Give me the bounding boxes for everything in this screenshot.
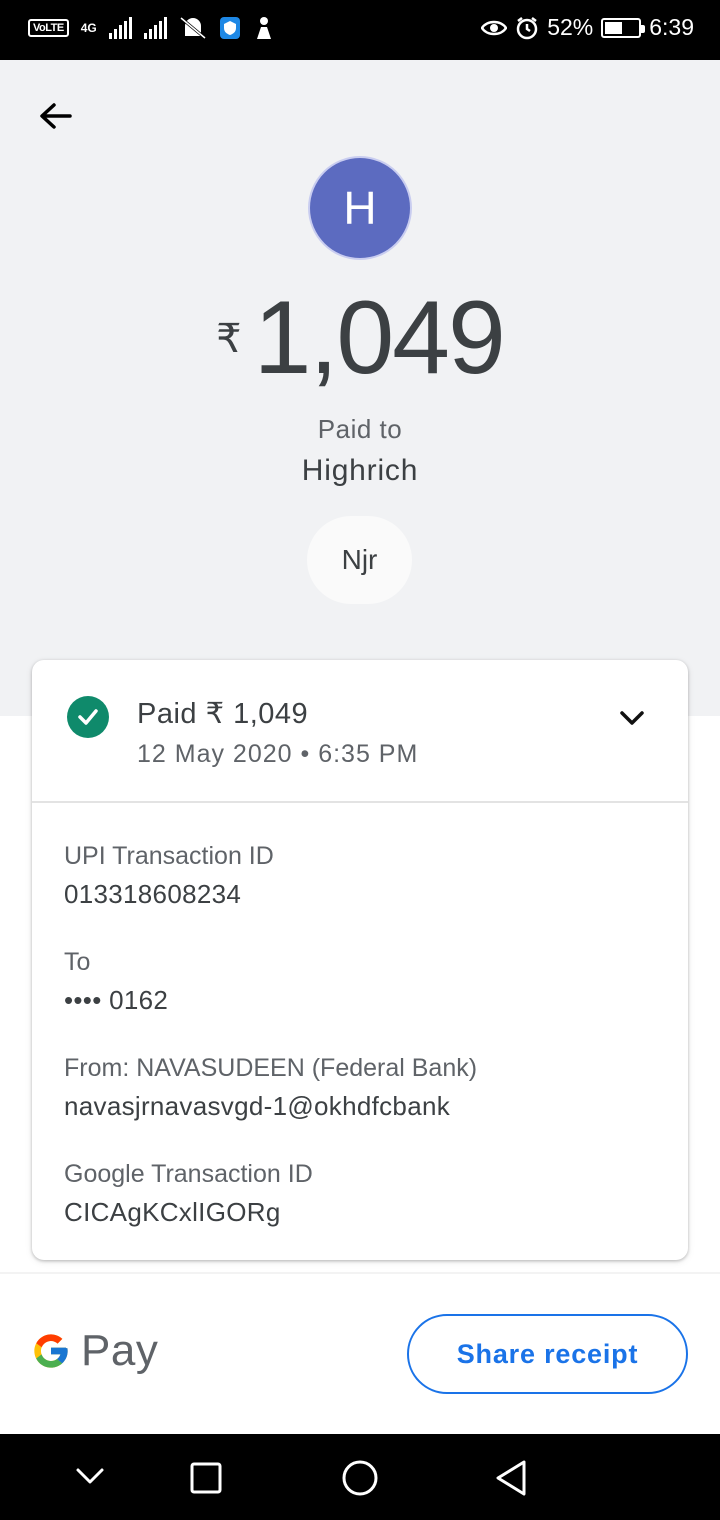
avatar: H: [310, 158, 410, 258]
nav-recents-icon[interactable]: [189, 1461, 223, 1495]
chevron-down-icon[interactable]: [616, 702, 648, 734]
share-receipt-button[interactable]: Share receipt: [407, 1314, 688, 1394]
notification-off-icon: [179, 16, 206, 40]
detail-value: •••• 0162: [64, 985, 169, 1015]
signal-icon-2: [143, 17, 167, 39]
transaction-details-card: Paid ₹ 1,049 12 May 2020 • 6:35 PM UPI T…: [32, 660, 688, 1260]
navigation-bar: [0, 1434, 720, 1520]
battery-percent: 52%: [547, 14, 594, 40]
payment-status: Paid ₹ 1,049: [137, 698, 309, 730]
payee-name: Highrich: [301, 454, 419, 487]
payment-amount: ₹ 1,049: [0, 282, 720, 394]
detail-value: CICAgKCxlIGORg: [64, 1197, 281, 1227]
footer-divider: [0, 1272, 720, 1274]
check-circle-icon: [67, 696, 109, 738]
nav-home-icon[interactable]: [340, 1458, 380, 1498]
back-arrow-icon[interactable]: [36, 96, 76, 136]
currency-symbol: ₹: [216, 317, 242, 361]
detail-label: From: NAVASUDEEN (Federal Bank): [64, 1054, 478, 1082]
paid-to-label: Paid to: [317, 414, 403, 444]
shield-icon: [219, 17, 240, 39]
payment-note: Njr: [307, 516, 412, 604]
nav-back-icon[interactable]: [492, 1458, 530, 1498]
nav-collapse-icon[interactable]: [74, 1462, 106, 1492]
gpay-brand-text: Pay: [81, 1326, 159, 1375]
status-row[interactable]: Paid ₹ 1,049 12 May 2020 • 6:35 PM: [32, 660, 688, 803]
detail-label: Google Transaction ID: [64, 1160, 313, 1188]
volte-indicator: VoLTE: [28, 19, 69, 37]
detail-value: 013318608234: [64, 879, 242, 909]
network-type: 4G: [80, 21, 97, 35]
gpay-logo: Pay: [31, 1326, 158, 1376]
status-bar: VoLTE 4G 52% 6:39: [0, 0, 720, 60]
detail-label: To: [64, 948, 91, 976]
amount-value: 1,049: [253, 280, 506, 396]
google-g-icon: [34, 1334, 68, 1368]
alarm-icon: [516, 16, 538, 39]
detail-value: navasjrnavasvgd-1@okhdfcbank: [64, 1091, 451, 1121]
signal-icon: [108, 17, 132, 39]
battery-icon: [601, 17, 646, 38]
payment-date: 12 May 2020 • 6:35 PM: [137, 740, 419, 768]
accessibility-icon: [256, 17, 271, 39]
detail-to: To •••• 0162: [64, 948, 168, 1016]
detail-upi-id: UPI Transaction ID 013318608234: [64, 842, 274, 910]
detail-label: UPI Transaction ID: [64, 842, 274, 870]
clock: 6:39: [649, 14, 694, 40]
detail-from: From: NAVASUDEEN (Federal Bank) navasjrn…: [64, 1054, 477, 1122]
detail-google-id: Google Transaction ID CICAgKCxlIGORg: [64, 1160, 313, 1228]
eye-comfort-icon: [481, 20, 508, 35]
